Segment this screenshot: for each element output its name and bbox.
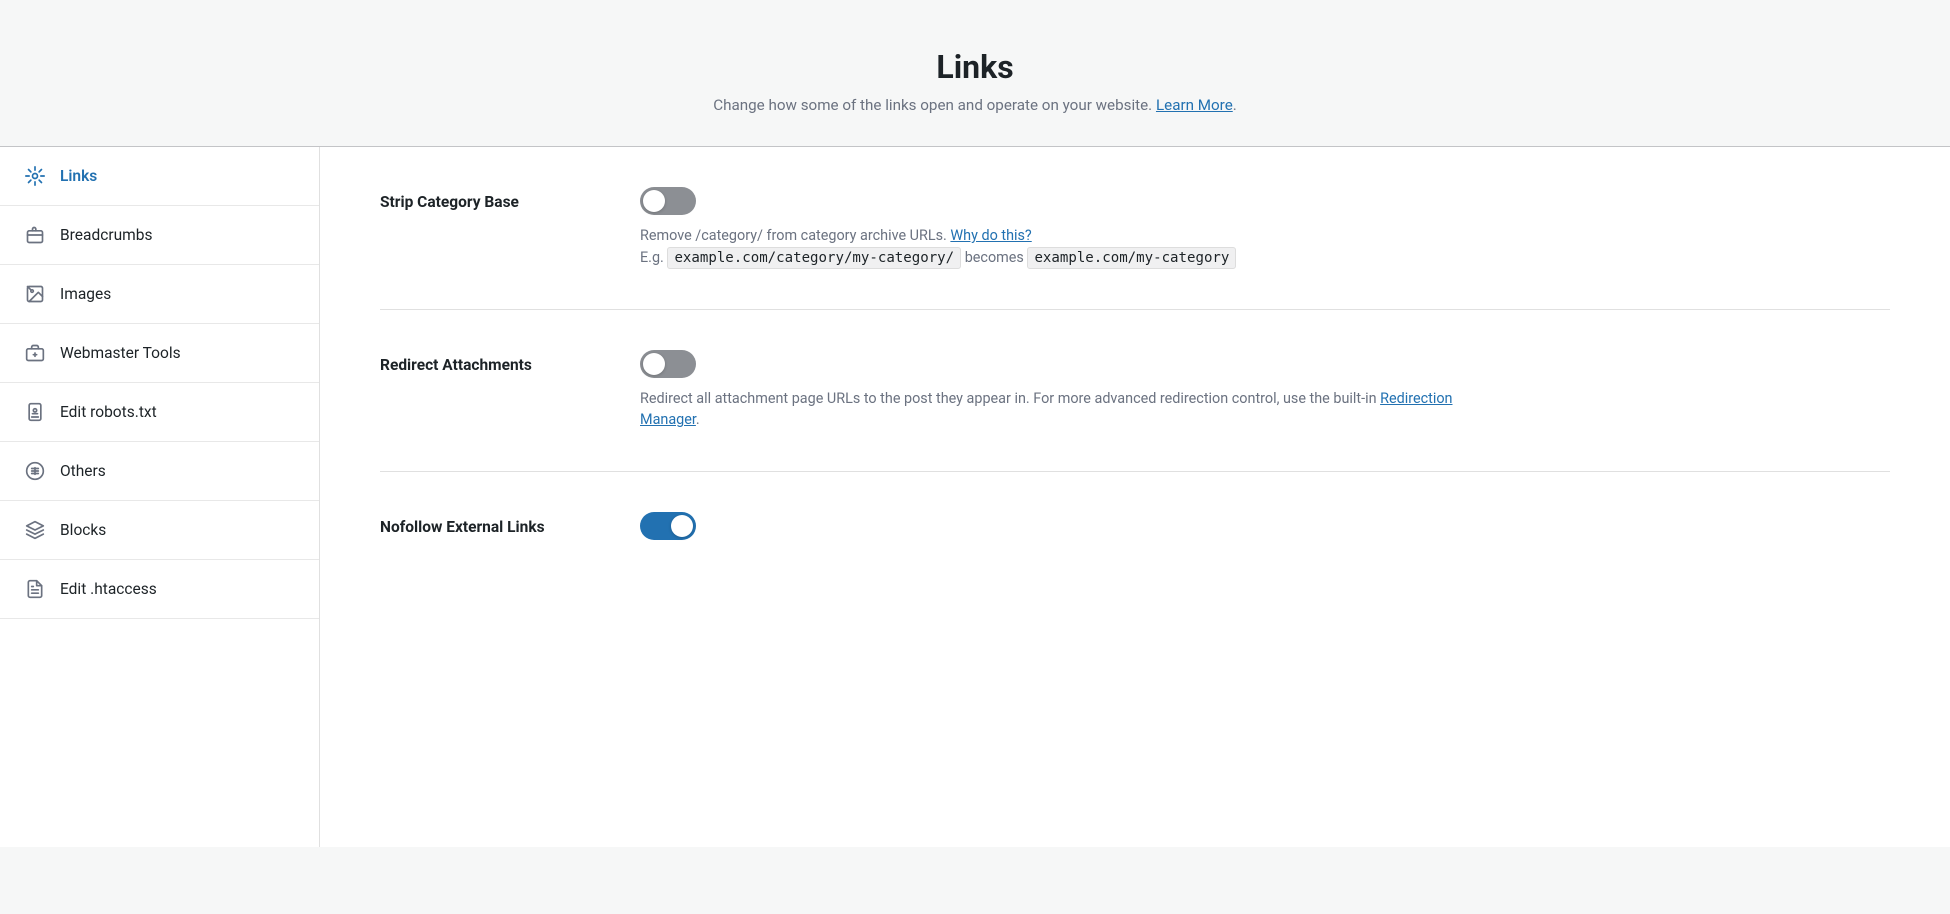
- blocks-icon: [24, 519, 46, 541]
- links-icon: [24, 165, 46, 187]
- nofollow-external-toggle[interactable]: [640, 512, 696, 540]
- sidebar-item-blocks[interactable]: Blocks: [0, 501, 319, 560]
- page-subtitle: Change how some of the links open and op…: [0, 96, 1950, 114]
- strip-category-base-thumb: [643, 190, 665, 212]
- sidebar-item-edit-htaccess[interactable]: Edit .htaccess: [0, 560, 319, 619]
- redirect-attachments-thumb: [643, 353, 665, 375]
- strip-category-base-label: Strip Category Base: [380, 187, 600, 211]
- sidebar-item-others-label: Others: [60, 462, 106, 480]
- strip-category-base-toggle[interactable]: [640, 187, 696, 215]
- htaccess-icon: [24, 578, 46, 600]
- sidebar-item-images-label: Images: [60, 285, 111, 303]
- sidebar-item-edit-robots[interactable]: Edit robots.txt: [0, 383, 319, 442]
- redirect-attachments-toggle[interactable]: [640, 350, 696, 378]
- redirect-attachments-section: Redirect Attachments Redirect all attach…: [380, 310, 1890, 472]
- example-after: example.com/my-category: [1027, 247, 1236, 269]
- strip-category-base-control: Remove /category/ from category archive …: [640, 187, 1236, 269]
- sidebar-item-edit-robots-label: Edit robots.txt: [60, 403, 157, 421]
- redirect-attachments-label: Redirect Attachments: [380, 350, 600, 374]
- nofollow-external-control: [640, 512, 696, 540]
- redirect-attachments-description: Redirect all attachment page URLs to the…: [640, 388, 1460, 431]
- strip-category-base-section: Strip Category Base Remove /category/ fr…: [380, 147, 1890, 310]
- nofollow-external-row: Nofollow External Links: [380, 512, 1890, 540]
- sidebar-item-images[interactable]: Images: [0, 265, 319, 324]
- redirect-attachments-control: Redirect all attachment page URLs to the…: [640, 350, 1460, 431]
- nofollow-external-thumb: [671, 515, 693, 537]
- redirect-attachments-row: Redirect Attachments Redirect all attach…: [380, 350, 1890, 431]
- others-icon: [24, 460, 46, 482]
- page-header: Links Change how some of the links open …: [0, 0, 1950, 146]
- nofollow-external-section: Nofollow External Links: [380, 472, 1890, 560]
- sidebar-item-webmaster-tools-label: Webmaster Tools: [60, 344, 181, 362]
- sidebar-item-blocks-label: Blocks: [60, 521, 106, 539]
- main-content: Strip Category Base Remove /category/ fr…: [320, 147, 1950, 847]
- example-before: example.com/category/my-category/: [667, 247, 961, 269]
- sidebar-item-edit-htaccess-label: Edit .htaccess: [60, 580, 157, 598]
- webmaster-icon: [24, 342, 46, 364]
- sidebar-item-breadcrumbs-label: Breadcrumbs: [60, 226, 152, 244]
- sidebar-item-links[interactable]: Links: [0, 147, 319, 206]
- robots-icon: [24, 401, 46, 423]
- sidebar-item-links-label: Links: [60, 167, 97, 185]
- learn-more-link[interactable]: Learn More: [1156, 96, 1233, 114]
- page-title: Links: [0, 48, 1950, 86]
- example-prefix: E.g.: [640, 249, 664, 266]
- sidebar: Links Breadcrumbs: [0, 147, 320, 847]
- strip-category-base-description: Remove /category/ from category archive …: [640, 225, 1236, 269]
- sidebar-item-others[interactable]: Others: [0, 442, 319, 501]
- strip-category-base-row: Strip Category Base Remove /category/ fr…: [380, 187, 1890, 269]
- breadcrumbs-icon: [24, 224, 46, 246]
- images-icon: [24, 283, 46, 305]
- example-connector: becomes: [965, 249, 1024, 266]
- sidebar-item-breadcrumbs[interactable]: Breadcrumbs: [0, 206, 319, 265]
- layout: Links Breadcrumbs: [0, 147, 1950, 847]
- sidebar-item-webmaster-tools[interactable]: Webmaster Tools: [0, 324, 319, 383]
- nofollow-external-label: Nofollow External Links: [380, 512, 600, 536]
- strip-category-base-link[interactable]: Why do this?: [950, 227, 1031, 244]
